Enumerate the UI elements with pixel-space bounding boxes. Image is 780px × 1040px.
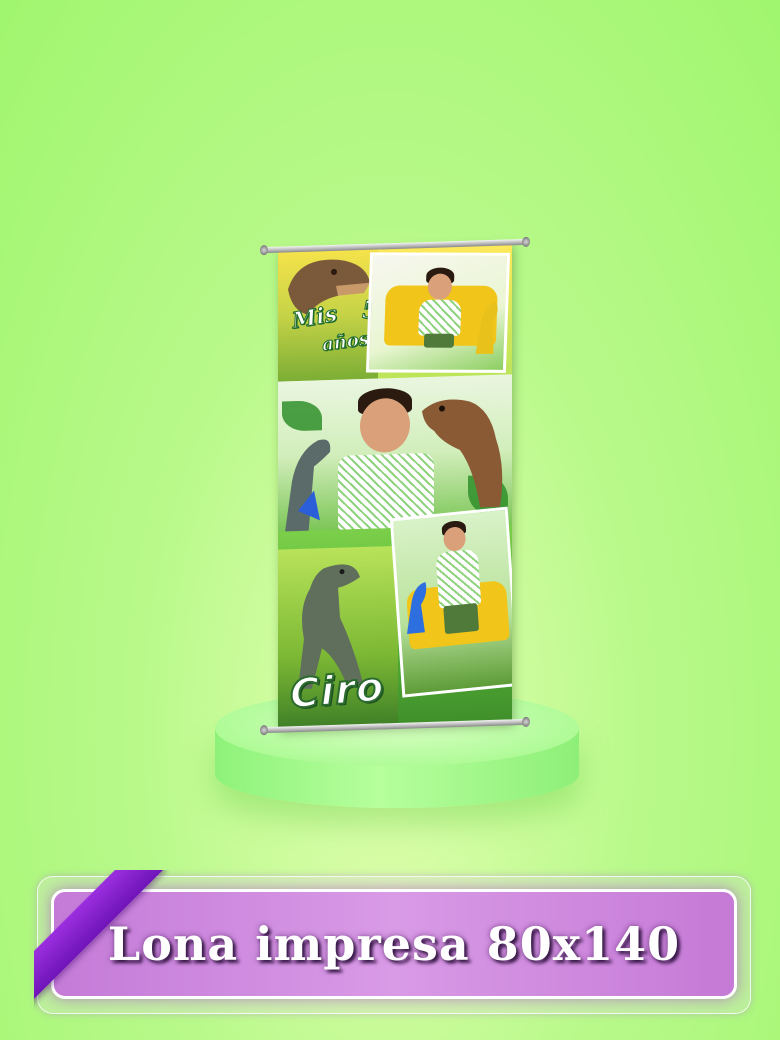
photo-boy-sitting: [365, 252, 511, 373]
banner-canvas: Mis 5 años: [278, 242, 512, 730]
printed-banner: Mis 5 años: [262, 238, 528, 734]
blue-dino-toy: [407, 582, 427, 635]
product-caption: Lona impresa 80x140: [107, 917, 681, 971]
photo-boy-standing: [389, 506, 512, 698]
banner-child-name: Ciro: [288, 663, 387, 719]
product-scene: Mis 5 años: [0, 0, 780, 1040]
photo-boy-closeup: [278, 374, 512, 532]
raptor-illustration-left: [284, 439, 331, 532]
yellow-dino-toy: [475, 301, 498, 354]
trex-illustration-right: [422, 399, 503, 508]
boy-figure: [413, 267, 476, 368]
boy-standing-figure: [429, 518, 491, 692]
